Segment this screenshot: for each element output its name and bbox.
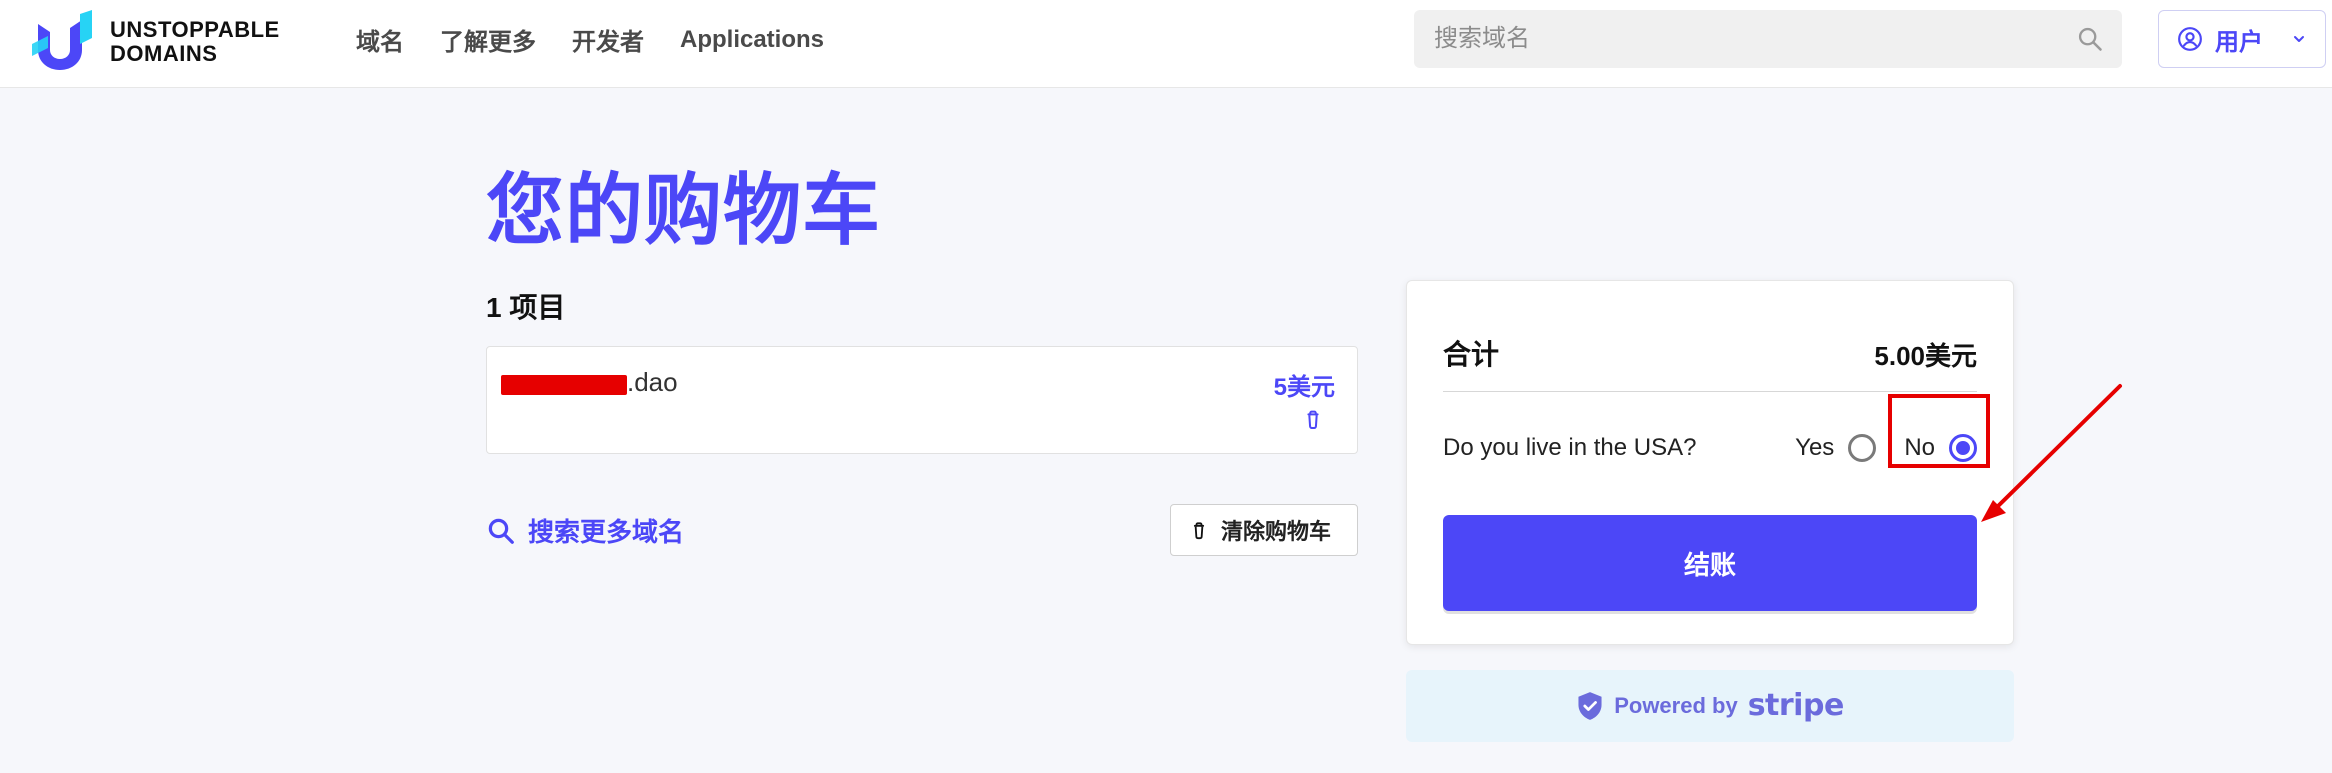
order-summary-card: 合计 5.00美元 Do you live in the USA? Yes No…: [1406, 280, 2014, 645]
user-menu-button[interactable]: 用户: [2158, 10, 2326, 68]
radio-selected-dot: [1956, 441, 1970, 455]
total-row: 合计 5.00美元: [1443, 333, 1977, 373]
search-more-domains-link[interactable]: 搜索更多域名: [486, 512, 684, 549]
chevron-down-icon: [2294, 36, 2304, 42]
domain-suffix: .dao: [627, 367, 678, 397]
domain-search-box: [1414, 10, 2122, 68]
user-menu-label: 用户: [2215, 28, 2263, 56]
usa-option-yes-label: Yes: [1795, 434, 1835, 461]
magnifier-icon: [488, 518, 514, 544]
redacted-text-bar: [501, 374, 627, 395]
brand-logo[interactable]: UNSTOPPABLE DOMAINS: [30, 10, 280, 74]
page-title: 您的购物车: [486, 166, 882, 254]
usa-option-no-label: No: [1904, 434, 1935, 461]
total-value: 5.00美元: [1874, 341, 1977, 371]
unstoppable-domains-logo-icon: [32, 10, 92, 70]
search-icon[interactable]: [2076, 25, 2104, 53]
usa-residency-question: Do you live in the USA? Yes No: [1443, 419, 1977, 477]
clear-cart-button[interactable]: 清除购物车: [1170, 504, 1358, 556]
shield-check-icon: [1578, 692, 1602, 720]
usa-option-no[interactable]: No: [1904, 434, 1977, 462]
stripe-brand: stripe: [1747, 687, 1845, 723]
powered-by-stripe-banner: Powered by stripe: [1406, 670, 2014, 742]
brand-line-2: DOMAINS: [110, 41, 218, 66]
usa-option-yes[interactable]: Yes: [1795, 434, 1877, 462]
cart-item-price: 5美元: [1273, 374, 1335, 401]
total-label: 合计: [1443, 339, 1500, 370]
main-nav: 域名 了解更多 开发者 Applications: [356, 22, 824, 57]
checkout-button[interactable]: 结账: [1443, 515, 1977, 611]
nav-link-applications[interactable]: Applications: [680, 26, 824, 54]
top-navigation-bar: UNSTOPPABLE DOMAINS 域名 了解更多 开发者 Applicat…: [0, 0, 2332, 88]
cart-item-domain-name: .dao: [501, 367, 678, 398]
clear-cart-label: 清除购物车: [1221, 519, 1332, 544]
remove-item-button[interactable]: [1299, 405, 1327, 433]
search-more-domains-label: 搜索更多域名: [528, 517, 685, 547]
cart-items-count: 1 项目: [486, 292, 566, 323]
usa-question-text: Do you live in the USA?: [1443, 434, 1697, 461]
brand-wordmark: UNSTOPPABLE DOMAINS: [110, 18, 280, 66]
nav-link-domains[interactable]: 域名: [356, 22, 404, 57]
domain-search-input[interactable]: [1432, 24, 2076, 54]
user-circle-icon: [2178, 27, 2202, 51]
trash-icon: [1307, 410, 1319, 429]
summary-divider: [1443, 391, 1977, 392]
powered-by-label: Powered by: [1614, 693, 1738, 718]
usa-no-radio[interactable]: [1949, 434, 1977, 462]
usa-yes-radio[interactable]: [1848, 434, 1877, 462]
trash-icon: [1193, 522, 1205, 540]
nav-link-developers[interactable]: 开发者: [572, 22, 644, 57]
brand-line-1: UNSTOPPABLE: [110, 17, 280, 42]
cart-item-card: .dao 5美元: [486, 346, 1358, 454]
nav-link-learn-more[interactable]: 了解更多: [440, 22, 536, 57]
